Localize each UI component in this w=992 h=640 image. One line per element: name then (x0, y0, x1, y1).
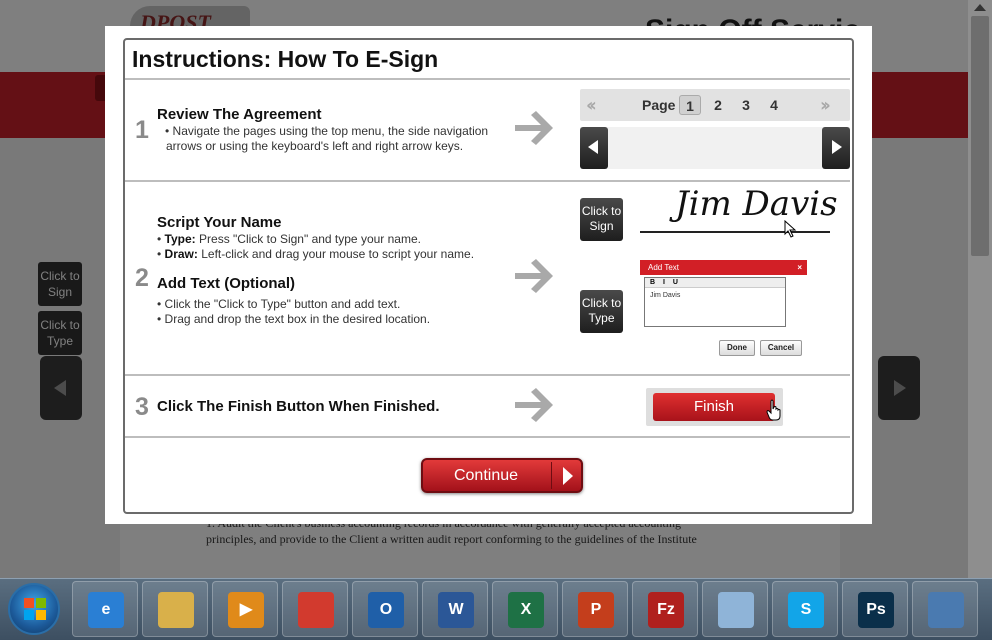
step-text: arrows or using the keyboard's left and … (166, 139, 464, 153)
signature-line (640, 231, 830, 233)
chrome-icon (298, 592, 334, 628)
draw-instruction: Left-click and drag your mouse to script… (201, 247, 475, 261)
type-label: Type: (164, 232, 196, 246)
page-number: 3 (742, 97, 750, 113)
done-button-sample: Done (719, 340, 755, 356)
instructions-modal: Instructions: How To E-Sign 1 Review The… (105, 26, 872, 524)
step-heading: Script Your Name (157, 214, 282, 231)
continue-button[interactable]: Continue (421, 458, 583, 493)
close-icon: × (797, 263, 802, 272)
step-text: • Draw: Left-click and drag your mouse t… (157, 247, 475, 261)
skype-icon: S (788, 592, 824, 628)
triangle-left-icon (588, 140, 598, 154)
add-text-value: Jim Davis (650, 292, 681, 299)
taskbar-app-ie[interactable]: e (72, 581, 138, 637)
click-to-sign-sample: Click to Sign (580, 198, 623, 241)
media-icon: ▶ (228, 592, 264, 628)
mouse-cursor-icon (784, 220, 797, 238)
page-number-current: 1 (679, 95, 701, 115)
taskbar-app-filezilla[interactable]: Fz (632, 581, 698, 637)
arrow-right-icon (515, 111, 553, 145)
taskbar-app-photo-viewer[interactable] (912, 581, 978, 637)
prev-arrow-sample (580, 127, 608, 169)
taskbar-app-excel[interactable]: X (492, 581, 558, 637)
step-heading: Review The Agreement (157, 106, 322, 123)
cancel-button-sample: Cancel (760, 340, 802, 356)
modal-title: Instructions: How To E-Sign (132, 46, 439, 72)
page-navigation-illustration: ‹‹ Page 1 2 3 4 ›› (580, 89, 850, 173)
outlook-icon: O (368, 592, 404, 628)
excel-icon: X (508, 592, 544, 628)
taskbar-app-media[interactable]: ▶ (212, 581, 278, 637)
double-chevron-left-icon: ‹‹ (586, 95, 597, 116)
filezilla-icon: Fz (648, 592, 684, 628)
add-text-box: B I U Jim Davis (644, 277, 786, 327)
windows-taskbar: e ▶ O W X P Fz S Ps (0, 578, 992, 640)
triangle-right-icon (832, 140, 842, 154)
continue-label: Continue (453, 467, 519, 484)
divider (125, 180, 850, 182)
hand-pointer-icon (766, 399, 781, 421)
taskbar-app-powerpoint[interactable]: P (562, 581, 628, 637)
step-text: • Navigate the pages using the top menu,… (165, 124, 489, 138)
draw-label: Draw: (164, 247, 198, 261)
double-chevron-right-icon: ›› (820, 95, 831, 116)
step-heading: Click The Finish Button When Finished. (157, 398, 440, 415)
page-number: 2 (714, 97, 722, 113)
start-button[interactable] (8, 583, 60, 635)
powerpoint-icon: P (578, 592, 614, 628)
next-arrow-sample (822, 127, 850, 169)
step-number: 3 (135, 393, 149, 421)
taskbar-app-chrome[interactable] (282, 581, 348, 637)
scroll-up-icon[interactable] (974, 4, 986, 11)
page-number: 4 (770, 97, 778, 113)
taskbar-app-folder[interactable] (142, 581, 208, 637)
taskbar-app-notepad[interactable] (702, 581, 768, 637)
taskbar-app-outlook[interactable]: O (352, 581, 418, 637)
vertical-scrollbar[interactable] (968, 0, 992, 578)
scroll-thumb[interactable] (971, 16, 989, 256)
photoshop-icon: Ps (858, 592, 894, 628)
divider (125, 436, 850, 438)
arrow-right-icon (515, 259, 553, 293)
taskbar-app-photoshop[interactable]: Ps (842, 581, 908, 637)
divider (125, 78, 850, 80)
ie-icon: e (88, 592, 124, 628)
page-band (580, 127, 850, 169)
finish-sample-frame: Finish (646, 388, 783, 426)
step-text: • Click the "Click to Type" button and a… (157, 297, 401, 311)
arrow-right-icon (515, 388, 553, 422)
button-divider (551, 462, 552, 489)
windows-logo-icon (24, 598, 46, 620)
type-instruction: Press "Click to Sign" and type your name… (199, 232, 421, 246)
page-label: Page (642, 97, 676, 113)
add-text-title: Add Text (640, 260, 807, 275)
step-text: • Drag and drop the text box in the desi… (157, 312, 431, 326)
taskbar-app-word[interactable]: W (422, 581, 488, 637)
step-heading: Add Text (Optional) (157, 275, 296, 292)
text-format-toolbar: B I U (645, 278, 785, 288)
taskbar-app-skype[interactable]: S (772, 581, 838, 637)
click-to-type-sample: Click to Type (580, 290, 623, 333)
divider (125, 374, 850, 376)
play-arrow-icon (563, 467, 573, 485)
step-text: • Type: Press "Click to Sign" and type y… (157, 232, 421, 246)
photo-viewer-icon (928, 592, 964, 628)
folder-icon (158, 592, 194, 628)
step-number: 2 (135, 264, 149, 292)
finish-button-sample: Finish (653, 393, 775, 421)
notepad-icon (718, 592, 754, 628)
word-icon: W (438, 592, 474, 628)
add-text-dialog-sample: Add Text × B I U Jim Davis Done Cancel (640, 260, 807, 360)
signature-sample: Jim Davis (675, 184, 838, 224)
step-number: 1 (135, 116, 149, 144)
